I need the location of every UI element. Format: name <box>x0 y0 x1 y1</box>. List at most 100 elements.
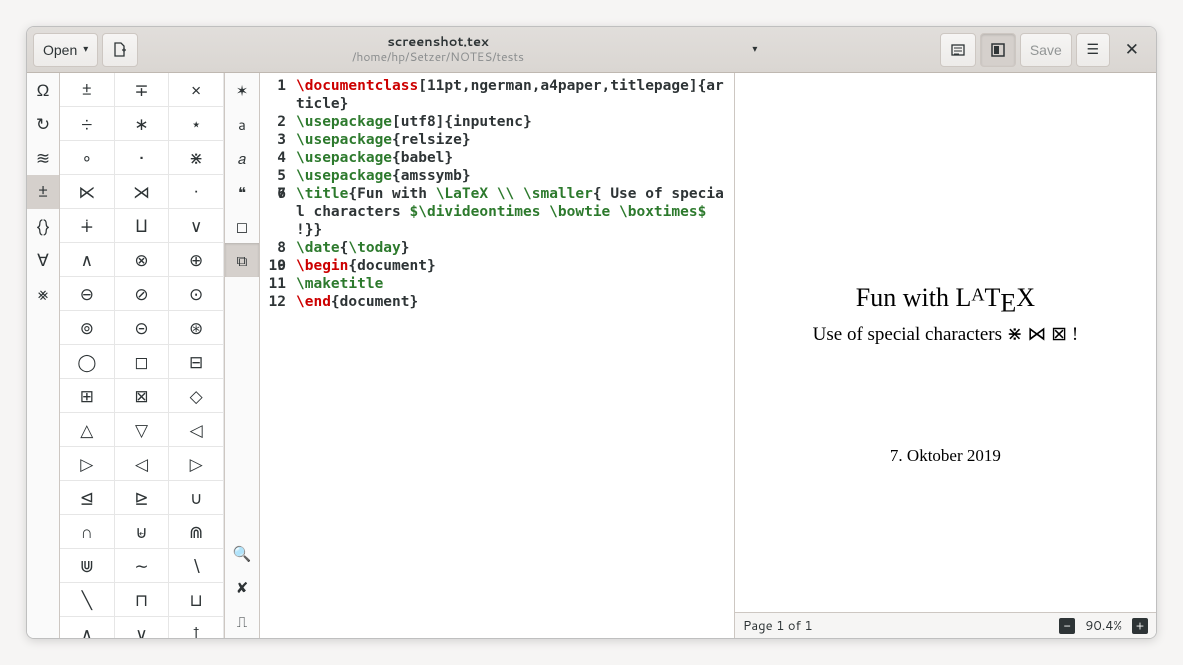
new-file-icon <box>112 42 128 58</box>
symbol-cell[interactable]: ▷ <box>60 447 115 481</box>
preview-statusbar: Page 1 of 1 − 90.4% + <box>735 612 1156 638</box>
symbol-cell[interactable]: ◁ <box>169 413 224 447</box>
symbol-cell[interactable]: △ <box>60 413 115 447</box>
symbol-cell[interactable]: ⋓ <box>60 549 115 583</box>
new-document-button[interactable] <box>102 33 138 67</box>
symbol-cell[interactable]: ⊛ <box>169 311 224 345</box>
zoom-out-button[interactable]: − <box>1059 618 1075 634</box>
symbol-cell[interactable]: ∘ <box>60 141 115 175</box>
symbol-cell[interactable]: ◇ <box>169 379 224 413</box>
document-path: /home/hp/Setzer/NOTES/tests <box>142 50 734 64</box>
symbol-cell[interactable]: ⊖ <box>60 277 115 311</box>
symbol-cell[interactable]: ∖ <box>169 549 224 583</box>
symbol-cell[interactable]: ⊞ <box>60 379 115 413</box>
preview-page: Fun with LATEX Use of special characters… <box>735 73 1156 612</box>
chevron-down-icon: ▾ <box>752 44 757 55</box>
build-button[interactable] <box>940 33 976 67</box>
symbol-cell[interactable]: ⋇ <box>169 141 224 175</box>
symbol-cell[interactable]: ∼ <box>115 549 170 583</box>
toolstrip-item[interactable]: ✶ <box>225 73 259 107</box>
symbol-cell[interactable]: ⋒ <box>169 515 224 549</box>
toolstrip-item[interactable]: 𝑎 <box>225 141 259 175</box>
symbol-category[interactable]: Ω <box>27 73 59 107</box>
toolstrip-item[interactable]: 🔍 <box>225 536 259 570</box>
toolstrip-item[interactable]: ✘ <box>225 570 259 604</box>
hamburger-icon: ☰ <box>1086 41 1099 58</box>
toolstrip-item[interactable]: ❝ <box>225 175 259 209</box>
symbol-cell[interactable]: ∨ <box>115 617 170 638</box>
symbol-cell[interactable]: ± <box>60 73 115 107</box>
symbol-cell[interactable]: ⨿ <box>115 209 170 243</box>
line-number-gutter: 123456789101112 <box>260 73 292 638</box>
symbol-cell[interactable]: ∪ <box>169 481 224 515</box>
symbol-cell[interactable]: ⊌ <box>115 515 170 549</box>
save-button[interactable]: Save <box>1020 33 1072 67</box>
title-block: screenshot.tex /home/hp/Setzer/NOTES/tes… <box>142 35 734 64</box>
symbol-grid: ±∓×÷∗⋆∘•⋇⋉⋊·∔⨿∨∧⊗⊕⊖⊘⊙⊚⊝⊛◯◻⊟⊞⊠◇△▽◁▷◁▷⊴⊵∪∩… <box>60 73 225 638</box>
editor-toolstrip: ✶a𝑎❝◻⧉ 🔍✘⎍ <box>225 73 260 638</box>
symbol-cell[interactable]: † <box>169 617 224 638</box>
view-toggle-button[interactable] <box>980 33 1016 67</box>
hamburger-menu-button[interactable]: ☰ <box>1076 33 1110 67</box>
zoom-in-button[interactable]: + <box>1132 618 1148 634</box>
symbol-cell[interactable]: ∓ <box>115 73 170 107</box>
symbol-cell[interactable]: ╲ <box>60 583 115 617</box>
code-area[interactable]: \documentclass[11pt,ngerman,a4paper,titl… <box>292 73 734 638</box>
toolstrip-item[interactable]: ⎍ <box>225 604 259 638</box>
editor-pane: 123456789101112 \documentclass[11pt,nger… <box>260 73 735 638</box>
symbol-cell[interactable]: ⊗ <box>115 243 170 277</box>
symbol-cell[interactable]: • <box>115 141 170 175</box>
preview-pane: Fun with LATEX Use of special characters… <box>735 73 1156 638</box>
toolstrip-item[interactable]: a <box>225 107 259 141</box>
symbol-cell[interactable]: ∗ <box>115 107 170 141</box>
symbol-cell[interactable]: ⋆ <box>169 107 224 141</box>
save-label: Save <box>1030 42 1062 58</box>
symbol-cell[interactable]: ◁ <box>115 447 170 481</box>
symbol-cell[interactable]: ⊠ <box>115 379 170 413</box>
symbol-cell[interactable]: × <box>169 73 224 107</box>
open-button[interactable]: Open ▾ <box>33 33 98 67</box>
symbol-cell[interactable]: ⊕ <box>169 243 224 277</box>
symbol-cell[interactable]: ⊘ <box>115 277 170 311</box>
symbol-cell[interactable]: ▽ <box>115 413 170 447</box>
symbol-category[interactable]: ∀ <box>27 243 59 277</box>
zoom-level: 90.4% <box>1085 617 1122 635</box>
page-indicator: Page 1 of 1 <box>743 617 813 635</box>
close-icon: ✕ <box>1125 40 1139 59</box>
symbol-cell[interactable]: ⊔ <box>169 583 224 617</box>
symbol-cell[interactable]: ∧ <box>60 617 115 638</box>
close-button[interactable]: ✕ <box>1114 40 1150 60</box>
toolstrip-item[interactable]: ⧉ <box>225 243 259 277</box>
symbol-cell[interactable]: ⋉ <box>60 175 115 209</box>
symbol-category[interactable]: ± <box>27 175 59 209</box>
symbol-cell[interactable]: ⊴ <box>60 481 115 515</box>
preview-title: Fun with LATEX <box>856 283 1035 319</box>
symbol-cell[interactable]: ⊵ <box>115 481 170 515</box>
symbol-category[interactable]: ≋ <box>27 141 59 175</box>
symbol-category[interactable]: {} <box>27 209 59 243</box>
symbol-cell[interactable]: ∨ <box>169 209 224 243</box>
symbol-cell[interactable]: · <box>169 175 224 209</box>
chevron-down-icon: ▾ <box>83 44 88 55</box>
symbol-cell[interactable]: ⊙ <box>169 277 224 311</box>
title-dropdown-button[interactable]: ▾ <box>738 33 772 67</box>
symbol-category-strip: Ω↻≋±{}∀⨳ <box>27 73 60 638</box>
symbol-cell[interactable]: ∧ <box>60 243 115 277</box>
symbol-category[interactable]: ↻ <box>27 107 59 141</box>
symbol-cell[interactable]: ⊝ <box>115 311 170 345</box>
symbol-cell[interactable]: ∩ <box>60 515 115 549</box>
symbol-cell[interactable]: ◯ <box>60 345 115 379</box>
symbol-cell[interactable]: ⋊ <box>115 175 170 209</box>
symbol-cell[interactable]: ⊚ <box>60 311 115 345</box>
symbol-cell[interactable]: ▷ <box>169 447 224 481</box>
preview-date: 7. Oktober 2019 <box>890 446 1001 466</box>
open-label: Open <box>43 42 77 58</box>
symbol-cell[interactable]: ⊓ <box>115 583 170 617</box>
build-icon <box>950 42 966 58</box>
symbol-cell[interactable]: ∔ <box>60 209 115 243</box>
toolstrip-item[interactable]: ◻ <box>225 209 259 243</box>
symbol-category[interactable]: ⨳ <box>27 277 59 311</box>
symbol-cell[interactable]: ◻ <box>115 345 170 379</box>
symbol-cell[interactable]: ÷ <box>60 107 115 141</box>
symbol-cell[interactable]: ⊟ <box>169 345 224 379</box>
